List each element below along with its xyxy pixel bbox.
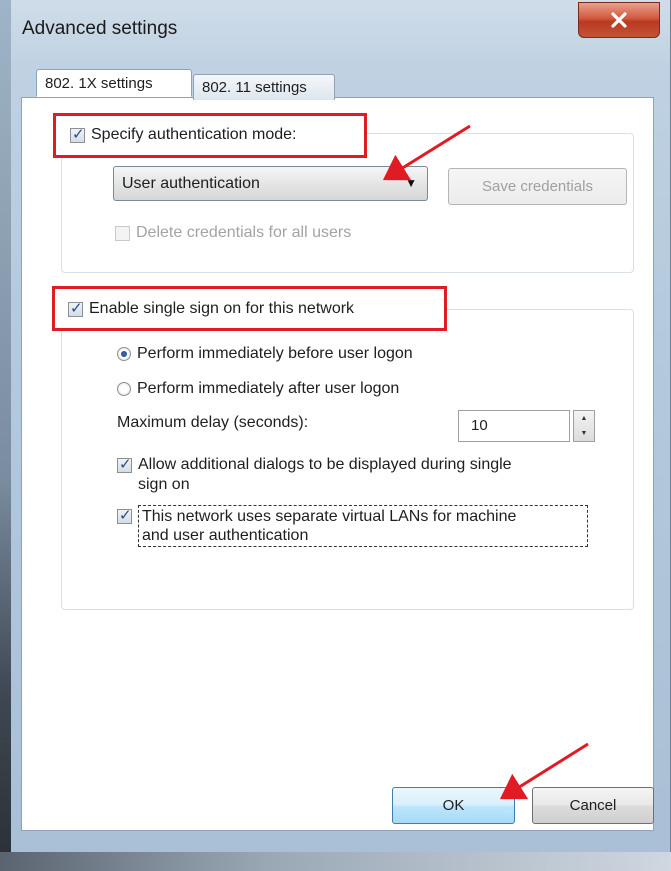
perform-before-logon-label: Perform immediately before user logon <box>137 345 413 362</box>
enable-sso-option[interactable]: Enable single sign on for this network <box>68 299 355 318</box>
allow-dialogs-label: Allow additional dialogs to be displayed… <box>138 455 598 495</box>
separate-vlans-label: This network uses separate virtual LANs … <box>138 505 588 547</box>
specify-auth-mode-checkbox[interactable] <box>70 125 85 143</box>
separate-vlans-checkbox[interactable] <box>117 506 132 524</box>
window-title: Advanced settings <box>22 18 178 39</box>
specify-auth-mode-option[interactable]: Specify authentication mode: <box>70 125 297 144</box>
max-delay-label: Maximum delay (seconds): <box>117 414 309 431</box>
specify-auth-mode-label: Specify authentication mode: <box>91 126 297 143</box>
perform-before-logon-option[interactable]: Perform immediately before user logon <box>117 345 413 363</box>
enable-sso-label: Enable single sign on for this network <box>89 300 355 317</box>
save-credentials-button[interactable]: Save credentials <box>448 168 627 205</box>
auth-mode-value: User authentication <box>122 175 260 192</box>
perform-after-logon-option[interactable]: Perform immediately after user logon <box>117 380 399 398</box>
close-button[interactable] <box>578 2 660 38</box>
max-delay-label-row: Maximum delay (seconds): <box>117 414 308 432</box>
perform-before-logon-radio[interactable] <box>117 347 131 361</box>
ok-button[interactable]: OK <box>392 787 515 824</box>
background-edge-bottom <box>0 852 671 871</box>
separate-vlans-option[interactable]: This network uses separate virtual LANs … <box>117 505 588 547</box>
chevron-down-icon: ▼ <box>405 176 417 190</box>
delete-credentials-checkbox[interactable] <box>115 225 130 241</box>
allow-dialogs-option[interactable]: Allow additional dialogs to be displayed… <box>117 455 598 495</box>
delete-credentials-option[interactable]: Delete credentials for all users <box>115 224 351 242</box>
allow-dialogs-line-1: Allow additional dialogs to be displayed… <box>138 456 512 473</box>
cancel-button[interactable]: Cancel <box>532 787 654 824</box>
tab-8021x-settings[interactable]: 802. 1X settings <box>36 69 192 97</box>
close-icon <box>610 12 628 28</box>
background-edge <box>0 0 11 871</box>
enable-sso-checkbox[interactable] <box>68 299 83 317</box>
separate-vlans-line-1: This network uses separate virtual LANs … <box>142 508 517 525</box>
perform-after-logon-label: Perform immediately after user logon <box>137 380 400 397</box>
max-delay-input[interactable]: 10 <box>458 410 570 442</box>
tab-80211-settings[interactable]: 802. 11 settings <box>193 74 335 100</box>
separate-vlans-line-2: and user authentication <box>142 527 309 544</box>
allow-dialogs-checkbox[interactable] <box>117 455 132 473</box>
perform-after-logon-radio[interactable] <box>117 382 131 396</box>
advanced-settings-window: Advanced settings 802. 1X settings 802. … <box>0 0 671 871</box>
spin-up-down-icon[interactable]: ▲ ▼ <box>573 410 595 442</box>
allow-dialogs-line-2: sign on <box>138 476 190 493</box>
delete-credentials-label: Delete credentials for all users <box>136 224 352 241</box>
auth-mode-dropdown[interactable]: User authentication ▼ <box>113 166 428 201</box>
